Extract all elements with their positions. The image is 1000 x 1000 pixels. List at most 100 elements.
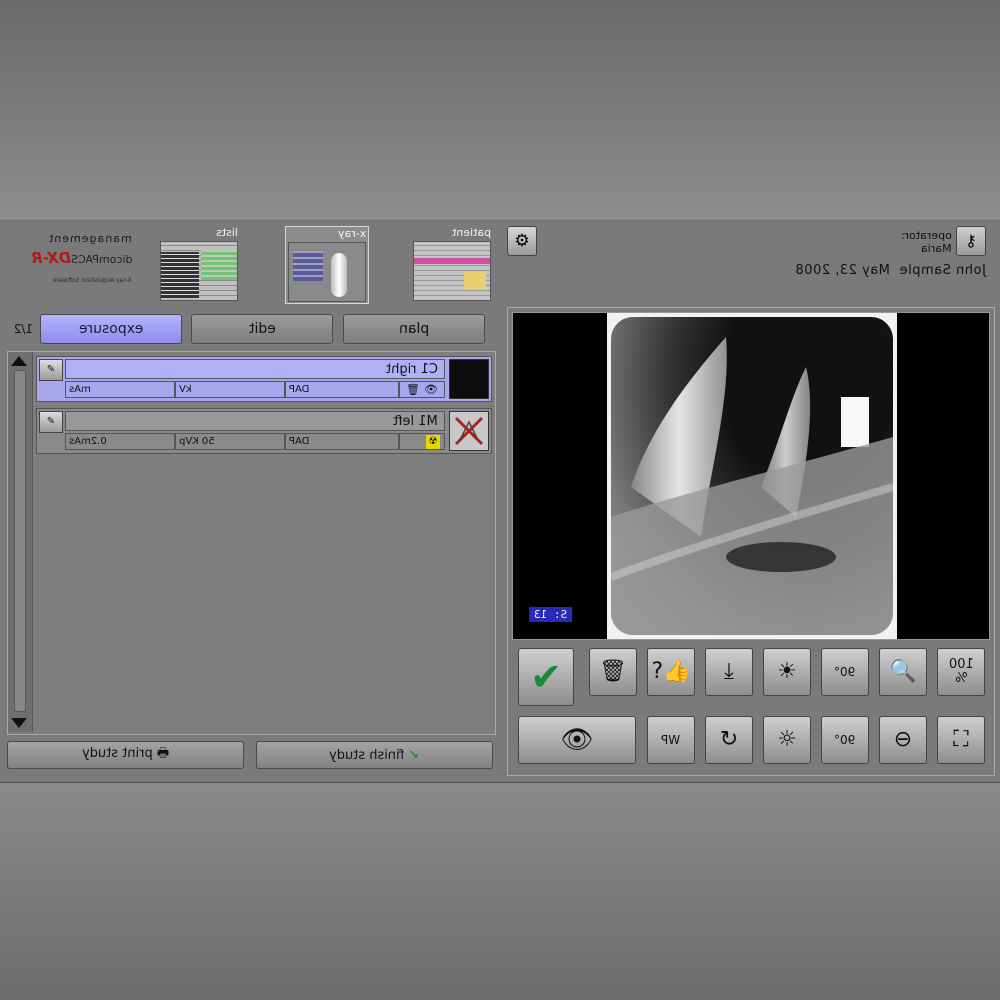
patient-thumbnail	[413, 241, 491, 301]
dental-radiograph	[611, 337, 893, 635]
nav-tab-xray[interactable]: x-ray	[285, 226, 369, 304]
image-counter: S: 13	[529, 607, 573, 622]
exposure-thumbnail[interactable]	[449, 359, 489, 399]
rotate-90-icon: 90°	[834, 665, 856, 679]
management-label[interactable]: management	[48, 232, 132, 245]
import-image-button[interactable]: ⤓	[705, 648, 753, 696]
brand-tagline: X-ray Acquisition Software	[53, 277, 132, 284]
lists-thumbnail	[160, 241, 238, 301]
brand-logo: management dicomPACSDX-R X-ray Acquisiti…	[14, 227, 132, 286]
exposure-params: 0.2mAs 50 KVp DAP ☢	[65, 433, 445, 451]
trash-icon: 🗑	[599, 659, 627, 684]
nav-tab-label: lists	[216, 226, 238, 239]
exposure-row-selected[interactable]: ✎ C1 right mAs kV DAP 🗑 👁	[36, 356, 492, 402]
zoom-in-button[interactable]: 🔍	[879, 648, 927, 696]
xray-thumbnail	[288, 242, 366, 302]
login-button[interactable]: ⚷	[956, 226, 986, 256]
page-indicator: 1/2	[13, 322, 33, 336]
tab-label: exposure	[78, 321, 144, 337]
scrollbar[interactable]	[8, 352, 33, 732]
zoom-out-button[interactable]: ⊖	[879, 716, 927, 764]
operator-label: operator:	[901, 229, 952, 242]
application-window: management dicomPACSDX-R X-ray Acquisiti…	[0, 218, 1000, 783]
finish-study-button[interactable]: ✔ finish study	[256, 741, 493, 769]
xray-film	[611, 317, 893, 635]
tab-label: plan	[398, 321, 430, 337]
trash-icon[interactable]: 🗑	[406, 382, 420, 398]
zoom-100-label: 100%	[948, 657, 974, 686]
scroll-down-arrow[interactable]	[11, 718, 27, 728]
patient-name: John Sample	[899, 263, 986, 278]
nav-tab-patient[interactable]: patient	[411, 226, 493, 302]
nav-tab-label: patient	[451, 226, 491, 239]
exposure-params: mAs kV DAP 🗑 👁	[65, 381, 445, 399]
checkmark-icon: ✔	[530, 655, 562, 699]
exposure-name: C1 right	[65, 359, 445, 379]
rotate-icon: ↻	[719, 727, 739, 752]
operator-name: Maria	[921, 242, 952, 255]
eye-icon: 👁	[560, 725, 594, 755]
print-study-label: 🖶 print study	[81, 746, 170, 761]
delete-image-button[interactable]: 🗑	[589, 648, 637, 696]
placeholder-thumbnail[interactable]	[449, 411, 489, 451]
quality-review-button[interactable]: ?👍	[647, 648, 695, 696]
tab-plan[interactable]: plan	[343, 314, 485, 344]
tab-edit[interactable]: edit	[191, 314, 333, 344]
rotate-90-ccw-icon: 90°	[834, 733, 856, 747]
radiation-icon: ☢	[426, 435, 440, 449]
eye-icon[interactable]: 👁	[424, 382, 438, 398]
status-cell: 🗑 👁	[399, 381, 445, 398]
gear-icon: ⚙	[514, 231, 530, 250]
rotate-button[interactable]: ↻	[705, 716, 753, 764]
study-date: May 23, 2008	[795, 263, 891, 278]
print-study-button[interactable]: 🖶 print study	[7, 741, 244, 769]
fit-screen-icon: ⛶	[953, 727, 969, 752]
zoom-out-icon: ⊖	[893, 727, 913, 752]
pencil-icon[interactable]: ✎	[39, 411, 63, 433]
kv-cell: kV	[175, 381, 285, 398]
brightness-up-button[interactable]: ☀	[763, 648, 811, 696]
logo-prefix: dicomPACS	[70, 253, 132, 266]
dap-cell: DAP	[285, 381, 399, 398]
wp-button[interactable]: WP	[647, 716, 695, 764]
wp-label: WP	[661, 733, 681, 747]
logo-mark: DX-R	[30, 249, 71, 267]
brightness-down-icon: ☼	[777, 727, 797, 752]
nav-tab-label: x-ray	[337, 227, 366, 240]
status-cell: ☢	[399, 433, 445, 450]
operator-info: operator: Maria	[901, 229, 952, 255]
finish-study-label: ✔ finish study	[329, 747, 420, 763]
tab-exposure[interactable]: exposure	[40, 314, 182, 344]
xray-thumbnail-list	[293, 251, 323, 281]
exposure-name: M1 left	[65, 411, 445, 431]
settings-button[interactable]: ⚙	[507, 226, 537, 256]
accept-button[interactable]: ✔	[518, 648, 574, 706]
zoom-100-button[interactable]: 100%	[937, 648, 985, 696]
logo-text: dicomPACSDX-R	[31, 249, 132, 267]
patient-study-line: John Sample May 23, 2008	[795, 263, 986, 278]
workflow-tabs: 1/2 exposure edit plan	[7, 314, 494, 348]
xray-viewer[interactable]: S: 13	[512, 312, 990, 640]
nav-tab-lists[interactable]: lists	[158, 226, 240, 302]
scroll-track[interactable]	[14, 370, 26, 712]
tab-label: edit	[248, 321, 276, 337]
print-icon: 🖶	[152, 746, 170, 761]
key-icon: ⚷	[965, 233, 977, 250]
import-icon: ⤓	[724, 659, 734, 684]
kv-cell: 50 KVp	[175, 433, 285, 450]
brightness-up-icon: ☀	[777, 659, 797, 684]
dap-cell: DAP	[285, 433, 399, 450]
scroll-up-arrow[interactable]	[11, 356, 27, 366]
brightness-down-button[interactable]: ☼	[763, 716, 811, 764]
image-panel: S: 13 ✔ 🗑 ?👍 ⤓ ☀ 90° 🔍 100% 👁 WP ↻ ☼ 90°…	[507, 307, 995, 776]
exposure-list: ✎ C1 right mAs kV DAP 🗑 👁 ✎ M1 left 0.2m…	[7, 351, 496, 735]
pencil-icon[interactable]: ✎	[39, 359, 63, 381]
rotate-90-button[interactable]: 90°	[821, 648, 869, 696]
exposure-row[interactable]: ✎ M1 left 0.2mAs 50 KVp DAP ☢	[36, 408, 492, 454]
fit-screen-button[interactable]: ⛶	[937, 716, 985, 764]
mas-cell: 0.2mAs	[65, 433, 175, 450]
rotate-90-ccw-button[interactable]: 90°	[821, 716, 869, 764]
xray-image[interactable]	[607, 313, 897, 639]
no-image-icon	[454, 416, 484, 446]
view-button[interactable]: 👁	[518, 716, 636, 764]
